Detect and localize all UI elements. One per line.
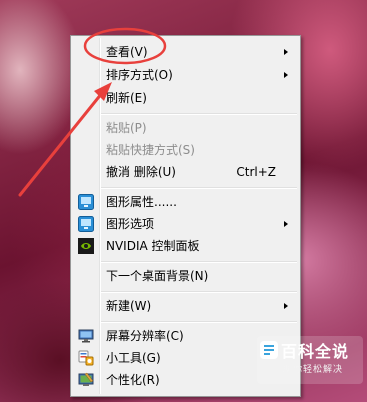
menu-item-graphics-options[interactable]: 图形选项 bbox=[73, 213, 298, 235]
menu-item-undo-delete-label: 撤消 删除(U) bbox=[106, 165, 176, 179]
menu-item-personalize-label: 个性化(R) bbox=[106, 373, 160, 387]
menu-item-refresh[interactable]: 刷新(E) bbox=[73, 87, 298, 109]
submenu-arrow-icon bbox=[284, 49, 288, 55]
menu-item-gadgets-label: 小工具(G) bbox=[106, 351, 161, 365]
submenu-arrow-icon bbox=[284, 221, 288, 227]
menu-item-next-background[interactable]: 下一个桌面背景(N) bbox=[73, 265, 298, 287]
menu-item-nvidia-panel[interactable]: NVIDIA 控制面板 bbox=[73, 235, 298, 257]
menu-item-paste[interactable]: 粘贴(P) bbox=[73, 117, 298, 139]
gadgets-icon bbox=[78, 350, 94, 366]
monitor-icon bbox=[78, 329, 94, 343]
menu-item-undo-delete[interactable]: 撤消 删除(U) Ctrl+Z bbox=[73, 161, 298, 183]
menu-item-graphics-properties-label: 图形属性...... bbox=[106, 195, 177, 209]
menu-separator bbox=[101, 113, 297, 115]
intel-graphics-icon bbox=[78, 216, 94, 232]
watermark-logo-icon bbox=[260, 341, 278, 359]
menu-item-new[interactable]: 新建(W) bbox=[73, 295, 298, 317]
menu-item-graphics-properties[interactable]: 图形属性...... bbox=[73, 191, 298, 213]
watermark-title: 百科全说 bbox=[281, 342, 350, 361]
menu-item-paste-label: 粘贴(P) bbox=[106, 121, 147, 135]
menu-item-new-label: 新建(W) bbox=[106, 299, 152, 313]
menu-separator bbox=[101, 187, 297, 189]
menu-item-graphics-options-label: 图形选项 bbox=[106, 217, 155, 231]
watermark: 百科全说 助你轻松解决 bbox=[257, 336, 363, 384]
menu-item-refresh-label: 刷新(E) bbox=[106, 91, 147, 105]
menu-item-paste-shortcut-label: 粘贴快捷方式(S) bbox=[106, 143, 195, 157]
menu-separator bbox=[101, 291, 297, 293]
menu-separator bbox=[101, 321, 297, 323]
menu-item-screen-resolution-label: 屏幕分辨率(C) bbox=[106, 329, 184, 343]
menu-separator bbox=[101, 261, 297, 263]
menu-item-undo-delete-shortcut: Ctrl+Z bbox=[236, 165, 276, 179]
nvidia-icon bbox=[78, 238, 94, 254]
watermark-subtitle: 助你轻松解决 bbox=[283, 365, 344, 375]
menu-item-view-label: 查看(V) bbox=[106, 45, 148, 59]
menu-item-nvidia-panel-label: NVIDIA 控制面板 bbox=[106, 239, 200, 253]
menu-item-next-background-label: 下一个桌面背景(N) bbox=[106, 269, 209, 283]
personalize-icon bbox=[78, 372, 94, 386]
submenu-arrow-icon bbox=[284, 303, 288, 309]
submenu-arrow-icon bbox=[284, 72, 288, 78]
menu-item-sort[interactable]: 排序方式(O) bbox=[73, 64, 298, 86]
menu-item-paste-shortcut[interactable]: 粘贴快捷方式(S) bbox=[73, 139, 298, 161]
menu-item-sort-label: 排序方式(O) bbox=[106, 68, 173, 82]
menu-item-view[interactable]: 查看(V) bbox=[73, 41, 298, 63]
intel-graphics-icon bbox=[78, 194, 94, 210]
